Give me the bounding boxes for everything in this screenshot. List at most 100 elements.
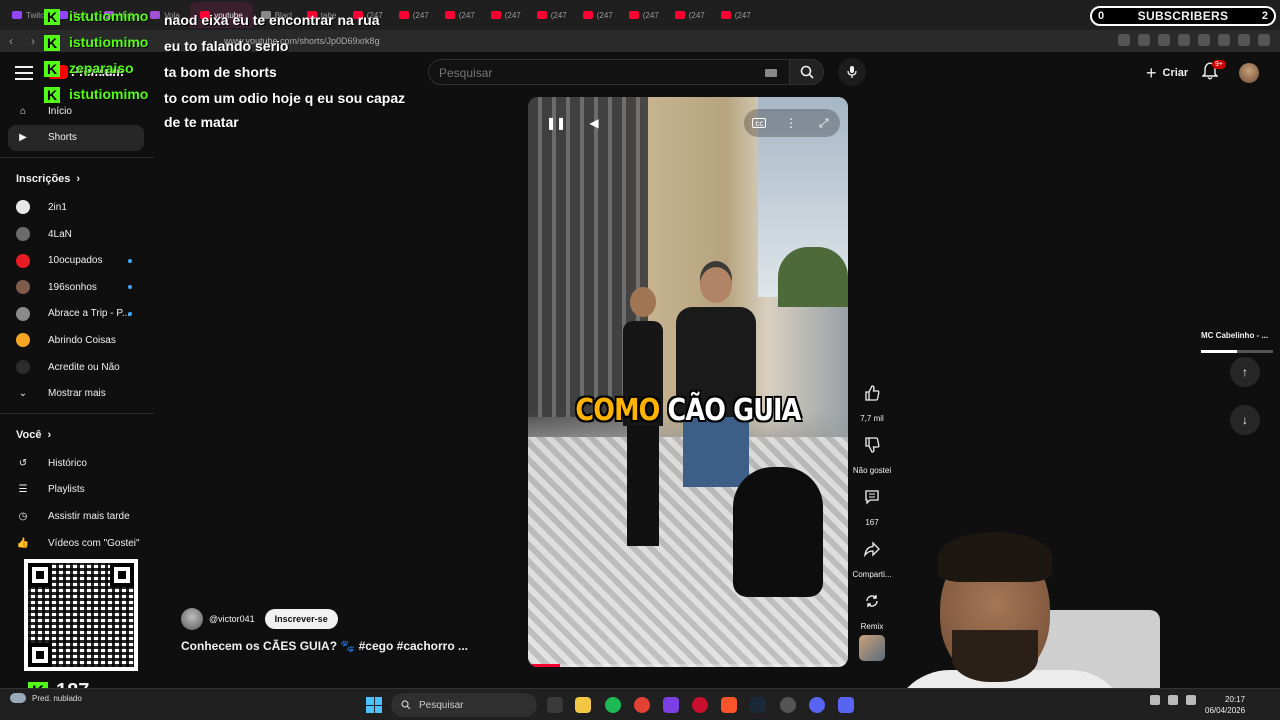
subscription-item[interactable]: Abrace a Trip - P... [0, 301, 154, 328]
subscription-item[interactable]: 2in1 [0, 194, 154, 221]
create-label: Criar [1162, 67, 1189, 79]
extension-icon[interactable] [1198, 34, 1210, 46]
channel-name[interactable]: @victor041 [209, 614, 255, 624]
sidebar-item-you[interactable]: ☰ Playlists [0, 477, 154, 504]
subscription-item[interactable]: 10ocupados [0, 247, 154, 274]
more-options-icon[interactable]: ⋮ [783, 115, 799, 131]
subscriptions-header-label: Inscrições [16, 173, 71, 186]
tab-label: (247 [642, 10, 659, 20]
subscription-item[interactable]: Abrindo Coisas [0, 327, 154, 354]
subscription-item[interactable]: 196sonhos [0, 274, 154, 301]
webcam-hair [938, 532, 1052, 582]
mic-icon[interactable] [1150, 695, 1160, 705]
sidebar-item-label: Histórico [48, 457, 87, 469]
weather-widget[interactable]: Pred. nublado [10, 693, 82, 703]
show-more-button[interactable]: ⌄ Mostrar mais [0, 380, 154, 407]
search-input[interactable] [439, 66, 739, 80]
system-clock[interactable]: 20:17 06/04/2026 [1205, 694, 1245, 716]
tab-favicon-icon [674, 11, 685, 19]
browser-tab[interactable]: (247 [439, 2, 483, 28]
extension-icon[interactable] [1138, 34, 1150, 46]
start-button[interactable] [366, 697, 382, 713]
video-progress-bar[interactable] [528, 664, 848, 667]
like-button[interactable]: 7,7 mil [852, 379, 892, 423]
network-icon[interactable] [1168, 695, 1178, 705]
tab-favicon-icon [536, 11, 547, 19]
chat-message: Kistutiomimo eu to falando serio [44, 32, 424, 58]
brave-icon[interactable] [721, 697, 737, 713]
steam-icon[interactable] [750, 697, 766, 713]
menu-icon[interactable] [15, 66, 33, 80]
channel-avatar[interactable] [181, 608, 203, 630]
search-box[interactable] [428, 59, 790, 85]
app-icon[interactable] [780, 697, 796, 713]
tab-label: (247 [550, 10, 567, 20]
extension-icon[interactable] [1118, 34, 1130, 46]
file-explorer-icon[interactable] [575, 697, 591, 713]
fullscreen-icon[interactable]: ⤢ [816, 115, 832, 131]
voice-search-button[interactable] [838, 58, 866, 86]
dislike-button[interactable]: Não gostei [852, 431, 892, 475]
extension-icon[interactable] [1238, 34, 1250, 46]
browser-tab[interactable]: (247 [669, 2, 713, 28]
chevron-right-icon: › [47, 428, 52, 441]
browser-tab[interactable]: (247 [485, 2, 529, 28]
subscription-item[interactable]: 4LaN [0, 221, 154, 248]
clock-date: 06/04/2026 [1205, 706, 1246, 715]
sidebar-item-label: Shorts [48, 132, 77, 144]
forward-icon[interactable]: › [22, 34, 44, 48]
shorts-player[interactable]: COMO CÃO GUIA ❚❚ ◀ cc ⋮ ⤢ [528, 97, 848, 667]
system-tray [1150, 695, 1196, 705]
browser-tab[interactable]: (247 [715, 2, 759, 28]
sidebar-item-you[interactable]: 👍 Vídeos com "Gostei" [0, 530, 154, 557]
channel-avatar [16, 360, 30, 375]
channel-avatar [16, 280, 30, 295]
create-button[interactable]: + Criar [1136, 59, 1198, 87]
keyboard-icon[interactable] [765, 69, 777, 77]
extension-icon[interactable] [1218, 34, 1230, 46]
show-more-label: Mostrar mais [48, 388, 106, 400]
subscribe-button[interactable]: Inscrever-se [264, 609, 338, 629]
channel-row: @victor041 Inscrever-se [181, 608, 338, 630]
volume-icon[interactable]: ◀ [586, 115, 602, 131]
account-avatar[interactable] [1239, 63, 1259, 83]
kick-badge-icon: K [44, 61, 60, 77]
windows-taskbar: Pred. nublado Pesquisar 20:17 06/04/2026 [0, 688, 1280, 720]
obs-icon[interactable] [809, 697, 825, 713]
task-view-icon[interactable] [547, 697, 563, 713]
browser-tab[interactable]: (247 [577, 2, 621, 28]
sidebar-item-you[interactable]: ◷ Assistir mais tarde [0, 503, 154, 530]
back-icon[interactable]: ‹ [0, 34, 22, 48]
opera-icon[interactable] [692, 697, 708, 713]
captions-icon[interactable]: cc [752, 118, 767, 128]
subscription-item[interactable]: Acredite ou Não [0, 354, 154, 381]
notifications-button[interactable]: 9+ [1201, 60, 1226, 84]
subscriptions-header[interactable]: Inscrições › [0, 164, 154, 194]
next-short-button[interactable]: ↓ [1230, 405, 1260, 435]
browser-tab[interactable]: (247 [531, 2, 575, 28]
app-icon[interactable] [663, 697, 679, 713]
search-button[interactable] [790, 59, 824, 85]
extension-icon[interactable] [1158, 34, 1170, 46]
qr-code [24, 559, 138, 671]
sidebar-item-you[interactable]: ↺ Histórico [0, 450, 154, 477]
video-trees [778, 247, 848, 307]
sidebar-item-label: Vídeos com "Gostei" [48, 537, 140, 549]
chevron-right-icon: › [76, 173, 81, 186]
browser-tab[interactable]: (247 [623, 2, 667, 28]
taskbar-search[interactable]: Pesquisar [391, 693, 537, 717]
sidebar-divider [0, 412, 154, 414]
previous-short-button[interactable]: ↑ [1230, 357, 1260, 387]
pause-icon[interactable]: ❚❚ [546, 115, 566, 131]
extension-icon[interactable] [1178, 34, 1190, 46]
discord-icon[interactable] [838, 697, 854, 713]
stream-chat-overlay: Kistutiomimo naod eixa eu te encontrar na… [44, 6, 424, 134]
short-title[interactable]: Conhecem os CÃES GUIA? 🐾 #cego #cachorro… [181, 639, 468, 653]
home-icon: ⌂ [19, 105, 27, 117]
video-progress-fill [528, 664, 560, 667]
extension-icon[interactable] [1258, 34, 1270, 46]
volume-icon[interactable] [1186, 695, 1196, 705]
chrome-icon[interactable] [634, 697, 650, 713]
you-header[interactable]: Você › [0, 420, 154, 450]
spotify-icon[interactable] [605, 697, 621, 713]
